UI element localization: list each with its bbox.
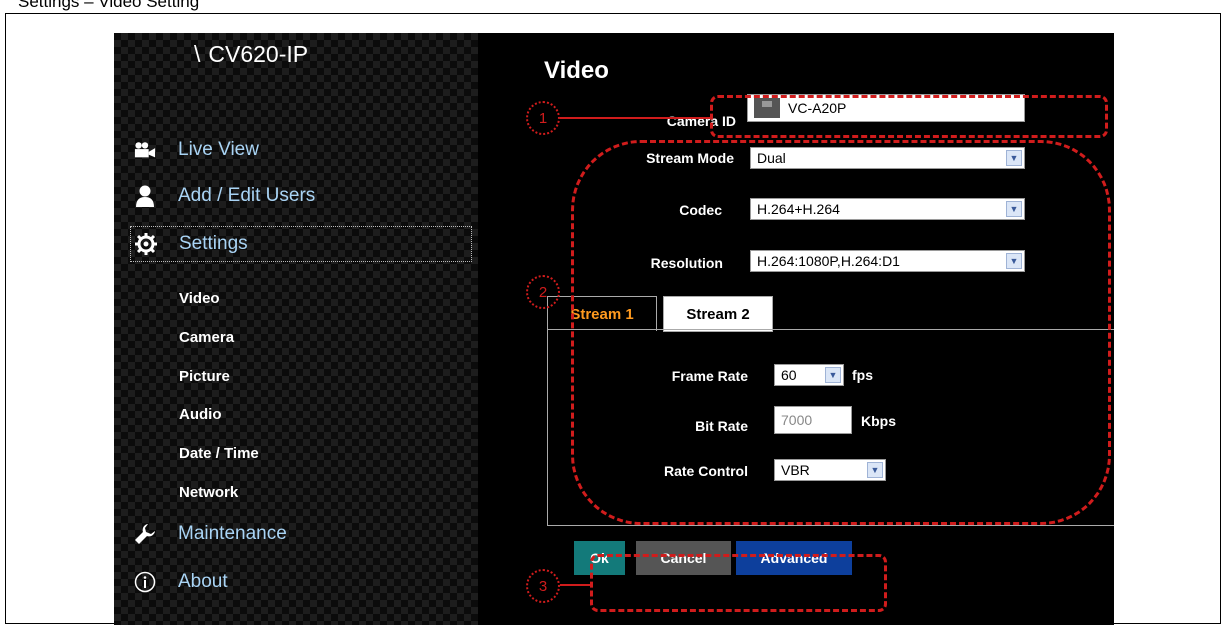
wrench-icon (134, 523, 156, 545)
callout-box-3 (590, 554, 887, 612)
brand-mark: \ (194, 41, 201, 67)
gear-icon (135, 233, 157, 255)
sidebar: \ CV620-IP Live View Add / Edit Users Set… (114, 33, 478, 625)
settings-sub-date-time[interactable]: Date / Time (179, 445, 259, 462)
callout-number-1: 1 (526, 101, 560, 135)
callout-box-2 (571, 140, 1111, 525)
callout-box-1 (710, 95, 1108, 138)
nav-settings[interactable]: Settings (130, 226, 472, 262)
settings-sub-network[interactable]: Network (179, 484, 238, 501)
nav-settings-label: Settings (179, 233, 248, 254)
callout-leader-3 (560, 584, 592, 586)
page-caption: Settings – Video Setting (18, 0, 200, 11)
nav-add-edit-users-label: Add / Edit Users (178, 185, 316, 206)
settings-sub-video[interactable]: Video (179, 290, 220, 307)
user-icon (134, 185, 156, 207)
nav-maintenance[interactable]: Maintenance (134, 523, 287, 545)
nav-add-edit-users[interactable]: Add / Edit Users (134, 185, 315, 207)
callout-number-2: 2 (526, 275, 560, 309)
settings-sub-audio[interactable]: Audio (179, 406, 222, 423)
callout-number-3: 3 (526, 569, 560, 603)
video-camera-icon (134, 139, 156, 161)
nav-maintenance-label: Maintenance (178, 523, 287, 544)
nav-about-label: About (178, 571, 228, 592)
callout-leader-1 (560, 117, 712, 119)
brand-name: CV620-IP (208, 41, 309, 67)
nav-live-view-label: Live View (178, 139, 259, 160)
nav-about[interactable]: About (134, 571, 228, 593)
brand-logo: \ CV620-IP (194, 41, 308, 68)
nav-live-view[interactable]: Live View (134, 139, 259, 161)
settings-sub-picture[interactable]: Picture (179, 368, 230, 385)
settings-sub-camera[interactable]: Camera (179, 329, 234, 346)
page-title: Video (544, 57, 609, 84)
info-icon (134, 571, 156, 593)
